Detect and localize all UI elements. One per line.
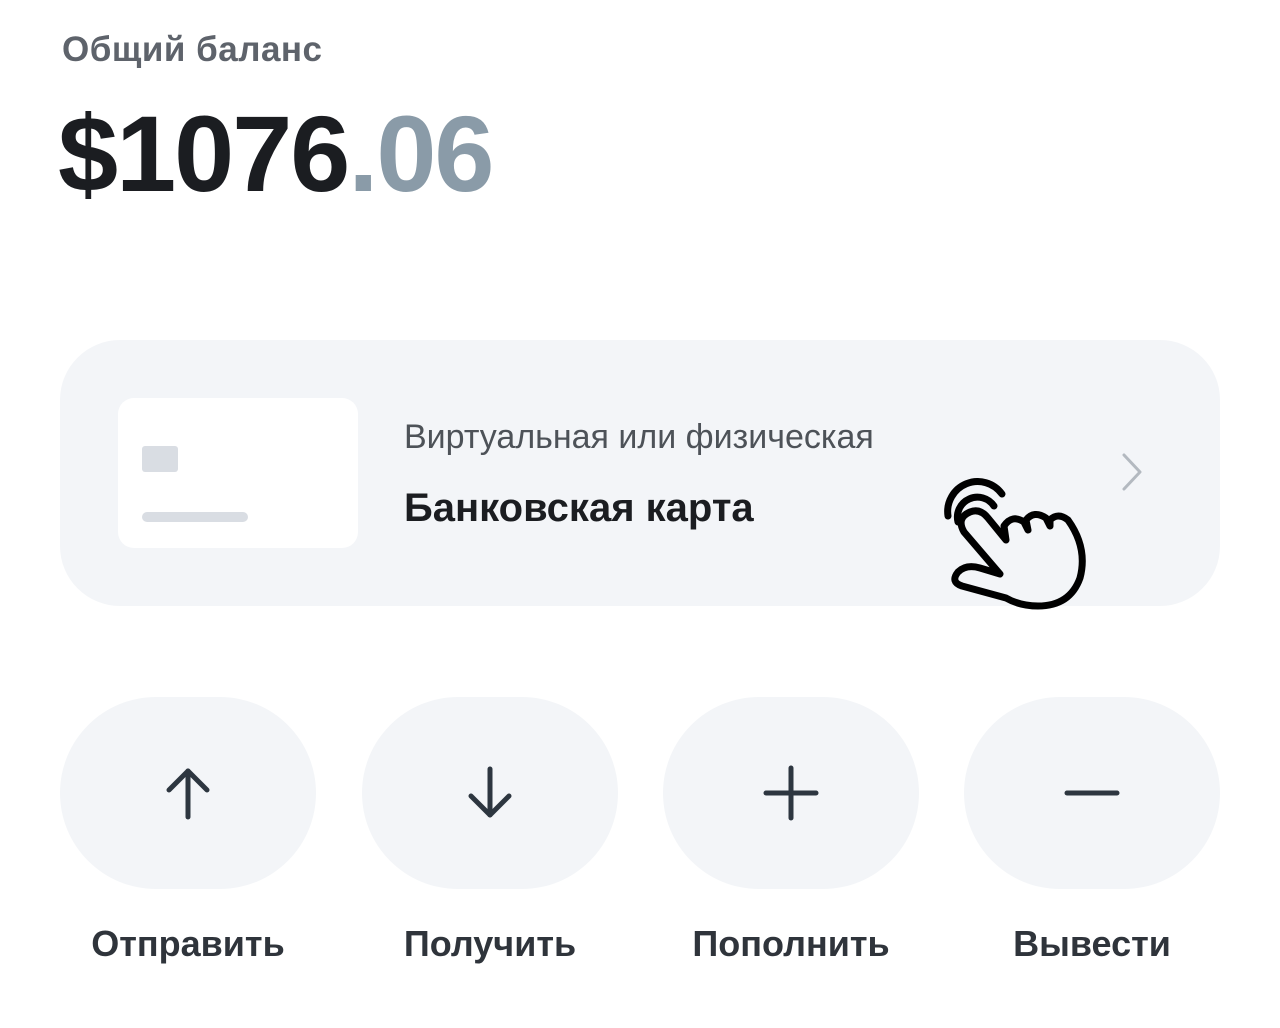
plus-icon: [763, 765, 819, 821]
action-send[interactable]: Отправить: [60, 697, 316, 964]
balance-amount-whole: $1076: [58, 93, 350, 214]
topup-label: Пополнить: [692, 923, 890, 964]
balance-amount-fraction: .06: [348, 93, 494, 214]
withdraw-label: Вывести: [1013, 923, 1171, 964]
receive-button[interactable]: [362, 697, 618, 889]
card-option-subtitle: Виртуальная или физическая: [404, 418, 874, 456]
chevron-right-icon: [1122, 453, 1142, 491]
send-button[interactable]: [60, 697, 316, 889]
action-withdraw[interactable]: Вывести: [964, 697, 1220, 964]
balance-amount: $1076.06: [58, 92, 494, 216]
action-topup[interactable]: Пополнить: [663, 697, 919, 964]
send-label: Отправить: [91, 923, 285, 964]
card-number-line: [142, 512, 248, 522]
action-receive[interactable]: Получить: [362, 697, 618, 964]
card-option-title: Банковская карта: [404, 486, 754, 530]
receive-label: Получить: [403, 923, 577, 964]
balance-label: Общий баланс: [62, 30, 323, 69]
card-thumbnail: [118, 398, 358, 548]
hand-pointer-icon: [944, 478, 1086, 610]
arrow-down-icon: [468, 766, 512, 818]
withdraw-button[interactable]: [964, 697, 1220, 889]
topup-button[interactable]: [663, 697, 919, 889]
minus-icon: [1064, 790, 1120, 796]
arrow-up-icon: [166, 768, 210, 820]
card-chip: [142, 446, 178, 472]
